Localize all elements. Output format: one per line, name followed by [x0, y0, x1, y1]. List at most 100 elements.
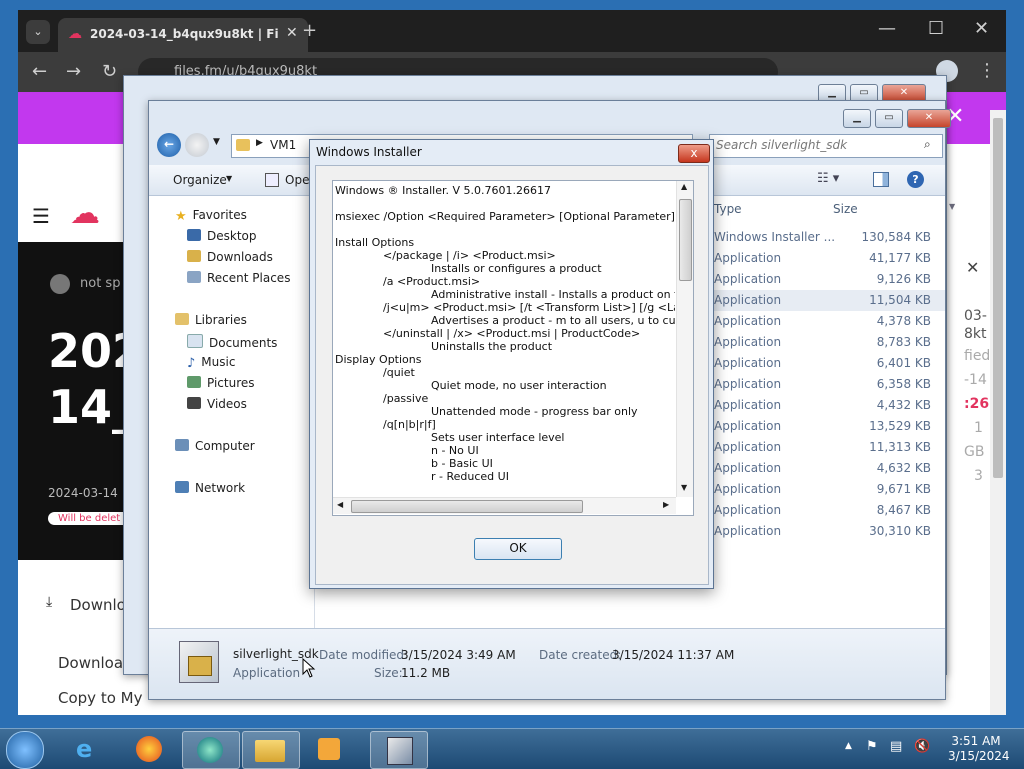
back-icon[interactable]: ←: [32, 61, 47, 82]
minimize-button[interactable]: ▁: [843, 109, 871, 128]
reload-icon[interactable]: ↻: [102, 61, 117, 82]
network-tray-icon[interactable]: ▤: [890, 739, 902, 754]
close-window-icon[interactable]: ✕: [974, 18, 989, 39]
forward-button[interactable]: [185, 133, 209, 157]
dialog-title: Windows Installer: [316, 145, 422, 159]
nav-documents[interactable]: Documents: [187, 334, 277, 350]
scroll-left-icon[interactable]: ◀: [337, 500, 343, 509]
download-menu-item[interactable]: Downloa: [58, 654, 123, 672]
forward-icon[interactable]: →: [66, 61, 81, 82]
preview-pane-icon[interactable]: [873, 172, 889, 187]
side-value-0: 03-: [964, 308, 987, 324]
nav-videos[interactable]: Videos: [187, 397, 247, 411]
file-size: 4,632 KB: [876, 461, 931, 475]
volume-muted-icon[interactable]: 🔇: [914, 739, 930, 754]
page-scrollbar[interactable]: [990, 110, 1006, 715]
usage-text-area[interactable]: Windows ® Installer. V 5.0.7601.26617 msi…: [332, 180, 694, 516]
scroll-down-icon[interactable]: ▼: [681, 483, 687, 492]
file-size: 13,529 KB: [869, 419, 931, 433]
panel-close-icon[interactable]: ✕: [966, 258, 979, 277]
close-button[interactable]: ✕: [907, 109, 951, 128]
nav-favorites[interactable]: ★ Favorites: [175, 208, 247, 224]
open-icon: [265, 173, 279, 187]
hamburger-icon[interactable]: ☰: [32, 204, 50, 228]
breadcrumb-vm1[interactable]: VM1: [270, 138, 296, 152]
usage-line: Install Options: [335, 236, 415, 249]
libraries-icon: [175, 313, 189, 325]
show-hidden-icons[interactable]: ▲: [845, 741, 852, 751]
taskbar-ie-button[interactable]: e: [62, 731, 118, 767]
side-value-5: 1: [974, 420, 983, 436]
recent-pages-icon[interactable]: ▼: [213, 137, 220, 147]
nav-desktop[interactable]: Desktop: [187, 229, 257, 243]
help-icon[interactable]: ?: [907, 171, 924, 188]
download-button[interactable]: Downlo: [70, 596, 126, 614]
browser-icon: [197, 737, 223, 763]
horizontal-scrollbar[interactable]: ◀ ▶: [333, 497, 676, 514]
clock-time: 3:51 AM: [951, 734, 1001, 748]
start-button[interactable]: [6, 731, 44, 769]
dialog-close-button[interactable]: x: [678, 144, 710, 163]
explorer-folder-icon: [255, 740, 285, 762]
nav-music[interactable]: ♪ Music: [187, 355, 235, 371]
file-size: 8,783 KB: [876, 335, 931, 349]
media-player-icon: [318, 738, 340, 760]
vertical-scrollbar[interactable]: ▲ ▼: [676, 181, 693, 497]
nav-pictures[interactable]: Pictures: [187, 376, 255, 390]
back-button[interactable]: ←: [157, 133, 181, 157]
tab-search-button[interactable]: ⌄: [26, 20, 50, 44]
scroll-up-icon[interactable]: ▲: [681, 182, 687, 191]
nav-computer[interactable]: Computer: [175, 439, 255, 453]
file-type: Application: [714, 356, 782, 370]
usage-line: Uninstalls the product: [431, 340, 553, 353]
new-tab-button[interactable]: +: [302, 20, 317, 41]
size-value: 11.2 MB: [401, 666, 451, 680]
minimize-icon[interactable]: —: [878, 18, 896, 39]
search-input[interactable]: Search silverlight_sdk ⌕: [709, 134, 943, 158]
horizontal-scroll-thumb[interactable]: [351, 500, 583, 513]
taskbar-explorer-button[interactable]: [242, 731, 300, 769]
computer-icon: [175, 439, 189, 451]
music-icon: ♪: [187, 356, 196, 371]
column-header-size[interactable]: Size: [833, 202, 858, 216]
search-icon[interactable]: ⌕: [924, 137, 931, 152]
date-modified-value: 3/15/2024 3:49 AM: [401, 648, 516, 662]
taskbar-firefox-button[interactable]: [122, 731, 178, 767]
copy-to-my-menu-item[interactable]: Copy to My: [58, 689, 142, 707]
maximize-button[interactable]: ▭: [875, 109, 903, 128]
file-size: 8,467 KB: [876, 503, 931, 517]
close-tab-icon[interactable]: ✕: [286, 25, 298, 41]
taskbar-media-button[interactable]: [302, 731, 358, 767]
taskbar-installer-button[interactable]: [370, 731, 428, 769]
organize-button[interactable]: Organize: [173, 173, 227, 187]
column-more-icon[interactable]: ▼: [949, 202, 955, 211]
filesfm-logo-icon[interactable]: ☁: [70, 196, 100, 231]
action-center-icon[interactable]: ⚑: [866, 739, 878, 754]
scrollbar-thumb[interactable]: [993, 118, 1003, 478]
folder-icon: [236, 139, 250, 151]
file-type: Application: [714, 377, 782, 391]
browser-tab[interactable]: ☁ 2024-03-14_b4qux9u8kt | Files ✕: [58, 18, 308, 52]
nav-recent-places[interactable]: Recent Places: [187, 271, 290, 285]
dialog-body: Windows ® Installer. V 5.0.7601.26617 msi…: [315, 165, 709, 585]
maximize-icon[interactable]: ☐: [928, 18, 944, 39]
vertical-scroll-thumb[interactable]: [679, 199, 692, 281]
column-header-type[interactable]: Type: [714, 202, 742, 216]
side-value-1: 8kt: [964, 326, 987, 342]
ok-button[interactable]: OK: [474, 538, 562, 560]
nav-downloads[interactable]: Downloads: [187, 250, 273, 264]
usage-line: Sets user interface level: [431, 431, 565, 444]
view-options-icon[interactable]: ☷ ▾: [817, 171, 839, 186]
side-value-7: 3: [974, 468, 983, 484]
downloads-icon: [187, 250, 201, 262]
nav-libraries[interactable]: Libraries: [175, 313, 247, 327]
system-clock[interactable]: 3:51 AM 3/15/2024: [948, 734, 1010, 764]
breadcrumb-arrow-icon[interactable]: ▶: [256, 138, 263, 148]
file-size: 30,310 KB: [869, 524, 931, 538]
file-size: 11,504 KB: [869, 293, 931, 307]
taskbar-browser-button[interactable]: [182, 731, 240, 769]
usage-line: Quiet mode, no user interaction: [431, 379, 607, 392]
nav-network[interactable]: Network: [175, 481, 245, 495]
scroll-right-icon[interactable]: ▶: [663, 500, 669, 509]
chrome-menu-icon[interactable]: ⋮: [978, 60, 996, 81]
